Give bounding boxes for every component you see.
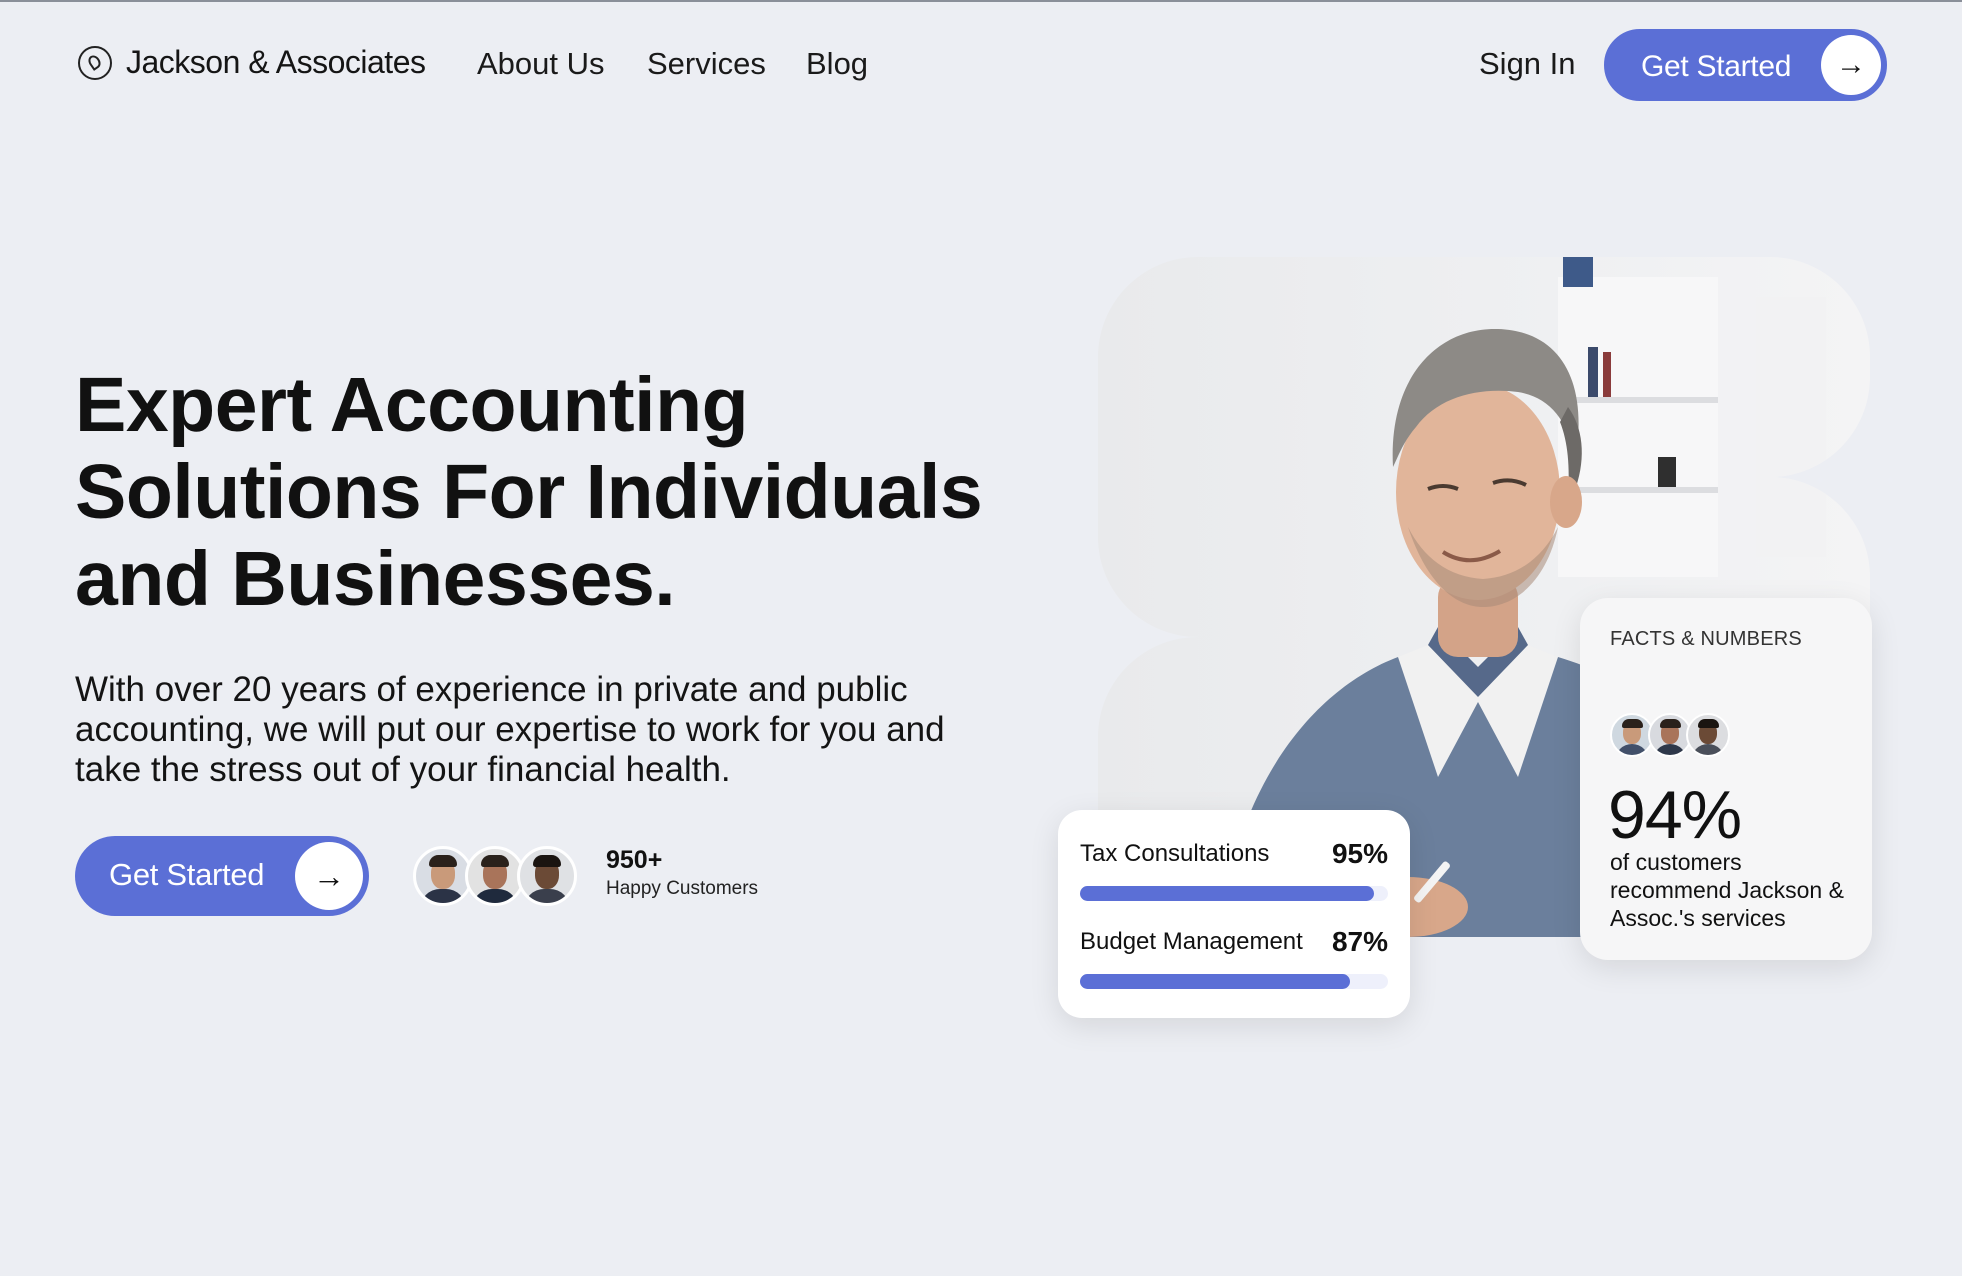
facts-description: of customers recommend Jackson & Assoc.'…	[1610, 849, 1844, 931]
leaf-circle-icon	[78, 45, 112, 80]
facts-avatars	[1610, 713, 1730, 757]
customers-count: 950+	[606, 846, 663, 874]
avatar	[1686, 713, 1730, 757]
get-started-button-hero[interactable]: Get Started →	[75, 836, 369, 916]
stat-percent: 95%	[1331, 838, 1388, 869]
avatar	[465, 846, 525, 906]
stat-label: Budget Management	[1080, 928, 1303, 955]
arrow-right-icon: →	[1821, 35, 1881, 95]
arrow-right-icon: →	[295, 842, 363, 910]
customer-avatars	[413, 846, 577, 906]
get-started-button-header[interactable]: Get Started →	[1604, 29, 1887, 101]
brand[interactable]: Jackson & Associates	[78, 44, 426, 81]
avatar	[517, 846, 577, 906]
progress-fill	[1080, 886, 1374, 901]
nav-link-services[interactable]: Services	[647, 46, 766, 82]
nav-link-blog[interactable]: Blog	[806, 46, 868, 82]
brand-name: Jackson & Associates	[126, 44, 426, 80]
progress-bar	[1080, 886, 1388, 901]
customers-label: Happy Customers	[606, 878, 759, 899]
progress-fill	[1080, 974, 1351, 989]
facts-big-number: 94%	[1608, 777, 1742, 853]
top-navigation: Jackson & Associates About Us Services B…	[0, 0, 1962, 130]
nav-link-about-us[interactable]: About Us	[477, 46, 605, 82]
facts-title: FACTS & NUMBERS	[1610, 628, 1802, 650]
hero-headline: Expert Accounting Solutions For Individu…	[75, 362, 983, 622]
stat-label: Tax Consultations	[1080, 840, 1270, 867]
get-started-label: Get Started	[1641, 50, 1792, 83]
facts-card: FACTS & NUMBERS 94% of customers recomme…	[1580, 598, 1872, 960]
stat-percent: 87%	[1331, 926, 1388, 957]
sign-in-link[interactable]: Sign In	[1479, 46, 1576, 82]
progress-bar	[1080, 974, 1388, 989]
avatar	[413, 846, 473, 906]
get-started-label: Get Started	[109, 857, 265, 892]
hero-subtext: With over 20 years of experience in priv…	[75, 670, 945, 789]
services-stats-card: Tax Consultations 95% Budget Management …	[1058, 810, 1410, 1018]
